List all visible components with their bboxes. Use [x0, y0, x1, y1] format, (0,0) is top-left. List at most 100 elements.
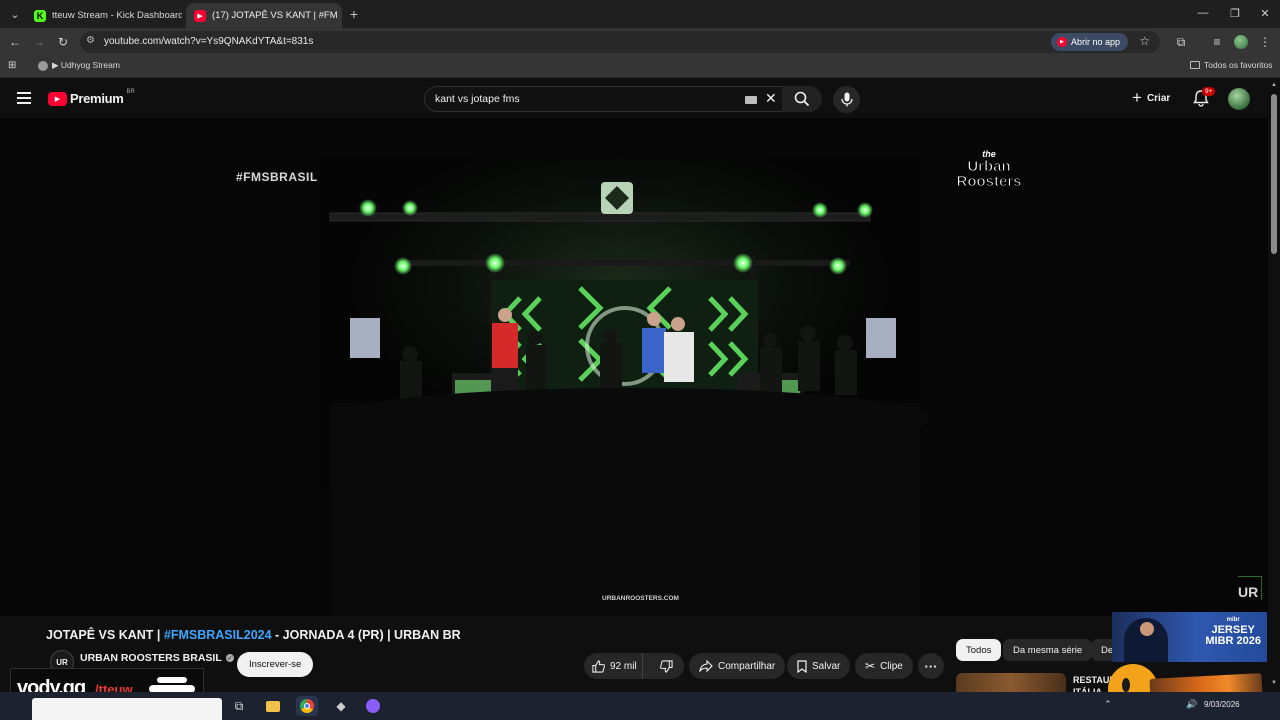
extensions-icon[interactable]: ⧉ [1172, 33, 1190, 51]
volume-icon[interactable]: 🔊 [1186, 699, 1197, 710]
account-avatar[interactable] [1228, 88, 1250, 110]
youtube-premium-logo[interactable]: ▶ Premium BR [48, 88, 135, 106]
open-in-app-label: Abrir no app [1070, 37, 1120, 47]
address-bar[interactable]: ⚙ youtube.com/watch?v=Ys9QNAKdYTA&t=831s… [80, 31, 1160, 53]
search-icon [794, 91, 810, 107]
clip-label: Clipe [880, 660, 903, 672]
plus-icon: + [1132, 88, 1142, 107]
open-in-app-button[interactable]: ▶ Abrir no app [1050, 33, 1128, 51]
page-scrollbar[interactable]: ▲ ▼ [1268, 80, 1280, 692]
video-frame [0, 118, 1268, 616]
browser-menu-icon[interactable]: ⋮ [1256, 33, 1274, 51]
discord-taskbar-icon[interactable] [362, 696, 384, 716]
promo-player-head [1140, 622, 1154, 636]
more-icon: ··· [924, 658, 938, 674]
system-date[interactable]: 9/03/2026 [1204, 700, 1240, 709]
region-badge: BR [126, 88, 135, 95]
chip-all[interactable]: Todos [956, 639, 1002, 661]
bookmark-icon [797, 659, 807, 673]
youtube-icon: ▶ [1056, 37, 1067, 47]
search-button[interactable] [782, 86, 822, 112]
dislike-button[interactable] [648, 653, 684, 679]
back-icon[interactable]: ← [6, 33, 24, 51]
promo-text: mibr JERSEY MIBR 2026 [1205, 617, 1261, 647]
window-close-icon[interactable]: ✕ [1248, 2, 1280, 24]
taskbar-search-box[interactable] [32, 698, 222, 720]
new-tab-button[interactable]: + [343, 4, 365, 24]
notifications-button[interactable]: 9+ [1193, 87, 1216, 112]
globe-icon [38, 60, 48, 71]
site-info-icon[interactable]: ⚙ [86, 35, 95, 46]
scroll-down-icon[interactable]: ▼ [1271, 680, 1277, 686]
channel-name: URBAN ROOSTERS BRASIL [80, 652, 222, 664]
search-box[interactable]: kant vs jotape fms ✕ [424, 86, 784, 112]
tab-title: tteuw Stream - Kick Dashboard [52, 10, 182, 21]
minimize-icon[interactable]: — [1186, 2, 1220, 24]
recommendation-thumbnail[interactable] [956, 673, 1066, 693]
apps-grid-icon[interactable]: ⊞ [8, 60, 16, 71]
task-view-icon[interactable]: ⧉ [228, 696, 250, 716]
channel-name-link[interactable]: URBAN ROOSTERS BRASIL ✓ [80, 652, 234, 664]
restore-icon[interactable]: ❐ [1218, 2, 1252, 24]
folder-icon [1190, 61, 1200, 69]
create-label: Criar [1146, 92, 1171, 104]
hamburger-menu-icon[interactable] [17, 92, 31, 104]
profile-avatar[interactable] [1232, 33, 1250, 51]
share-icon [699, 660, 713, 672]
more-actions-button[interactable]: ··· [918, 653, 944, 679]
browser-toolbar: ← → ↻ ⚙ youtube.com/watch?v=Ys9QNAKdYTA&… [0, 28, 1280, 56]
ur-corner-watermark: UR [1238, 576, 1262, 600]
url-text[interactable]: youtube.com/watch?v=Ys9QNAKdYTA&t=831s [104, 36, 313, 47]
chrome-taskbar-icon[interactable] [296, 696, 318, 716]
chip-same-series[interactable]: Da mesma série [1003, 639, 1093, 661]
windows-taskbar: ⧉ ◆ ⌃ 🔊 9/03/2026 [0, 692, 1280, 720]
reload-icon[interactable]: ↻ [54, 33, 72, 51]
microphone-icon [840, 92, 853, 107]
like-dislike-group: 92 mil [584, 653, 684, 679]
forward-icon[interactable]: → [30, 33, 48, 51]
voice-search-button[interactable] [833, 86, 860, 113]
bookmark-udhyog-stream[interactable]: ▶ Udhyog Stream [38, 60, 120, 71]
urban-roosters-logo: the Urban Roosters [956, 149, 1022, 190]
all-bookmarks[interactable]: Todos os favoritos [1190, 60, 1273, 70]
bookmark-star-icon[interactable]: ☆ [1139, 34, 1150, 48]
clip-button[interactable]: ✂ Clipe [855, 653, 913, 679]
browser-tab-strip: ⌄ K tteuw Stream - Kick Dashboard ✕ ▶ (1… [0, 0, 1280, 28]
search-input[interactable]: kant vs jotape fms [435, 93, 520, 105]
like-count: 92 mil [610, 660, 637, 672]
file-explorer-icon[interactable] [262, 696, 284, 716]
like-button[interactable]: 92 mil [584, 653, 644, 679]
scissors-icon: ✂ [865, 659, 876, 673]
all-bookmarks-label: Todos os favoritos [1204, 60, 1273, 70]
tab-youtube-video[interactable]: ▶ (17) JOTAPÊ VS KANT | #FM 🔊 ✕ [186, 3, 342, 28]
reading-list-icon[interactable]: ≡ [1208, 33, 1226, 51]
video-title: JOTAPÊ VS KANT | #FMSBRASIL2024 - JORNAD… [46, 628, 461, 642]
clear-search-icon[interactable]: ✕ [765, 90, 777, 107]
youtube-header: ▶ Premium BR kant vs jotape fms ✕ + Cria… [0, 80, 1280, 118]
kick-icon: K [34, 9, 46, 22]
tab-title: (17) JOTAPÊ VS KANT | #FM [212, 10, 338, 21]
obs-taskbar-icon[interactable]: ◆ [330, 696, 352, 716]
subscribe-button[interactable]: Inscrever-se [237, 652, 314, 677]
title-hashtag-link[interactable]: #FMSBRASIL2024 [164, 628, 272, 642]
tray-chevron-icon[interactable]: ⌃ [1104, 699, 1112, 710]
share-label: Compartilhar [718, 660, 776, 672]
share-button[interactable]: Compartilhar [689, 653, 786, 679]
video-player[interactable]: #FMSBRASIL the Urban Roosters URBANROOST… [0, 118, 1268, 616]
tab-search-icon[interactable]: ⌄ [4, 4, 26, 24]
keyboard-icon[interactable] [745, 96, 757, 104]
video-hashtag-overlay: #FMSBRASIL [236, 170, 318, 184]
notification-count-badge: 9+ [1202, 87, 1216, 96]
youtube-icon: ▶ [194, 9, 206, 22]
save-button[interactable]: Salvar [787, 653, 851, 679]
verified-check-icon: ✓ [225, 654, 234, 662]
create-button[interactable]: + Criar [1132, 88, 1171, 107]
tab-kick-dashboard[interactable]: K tteuw Stream - Kick Dashboard ✕ [26, 3, 182, 28]
mibr-jersey-promo-overlay: mibr JERSEY MIBR 2026 [1112, 612, 1267, 662]
bookmark-label: ▶ Udhyog Stream [52, 60, 120, 70]
scroll-up-icon[interactable]: ▲ [1271, 82, 1277, 88]
logo-text: Premium [70, 91, 124, 106]
scroll-thumb[interactable] [1271, 94, 1277, 254]
save-label: Salvar [812, 660, 841, 672]
youtube-play-icon: ▶ [48, 91, 67, 106]
